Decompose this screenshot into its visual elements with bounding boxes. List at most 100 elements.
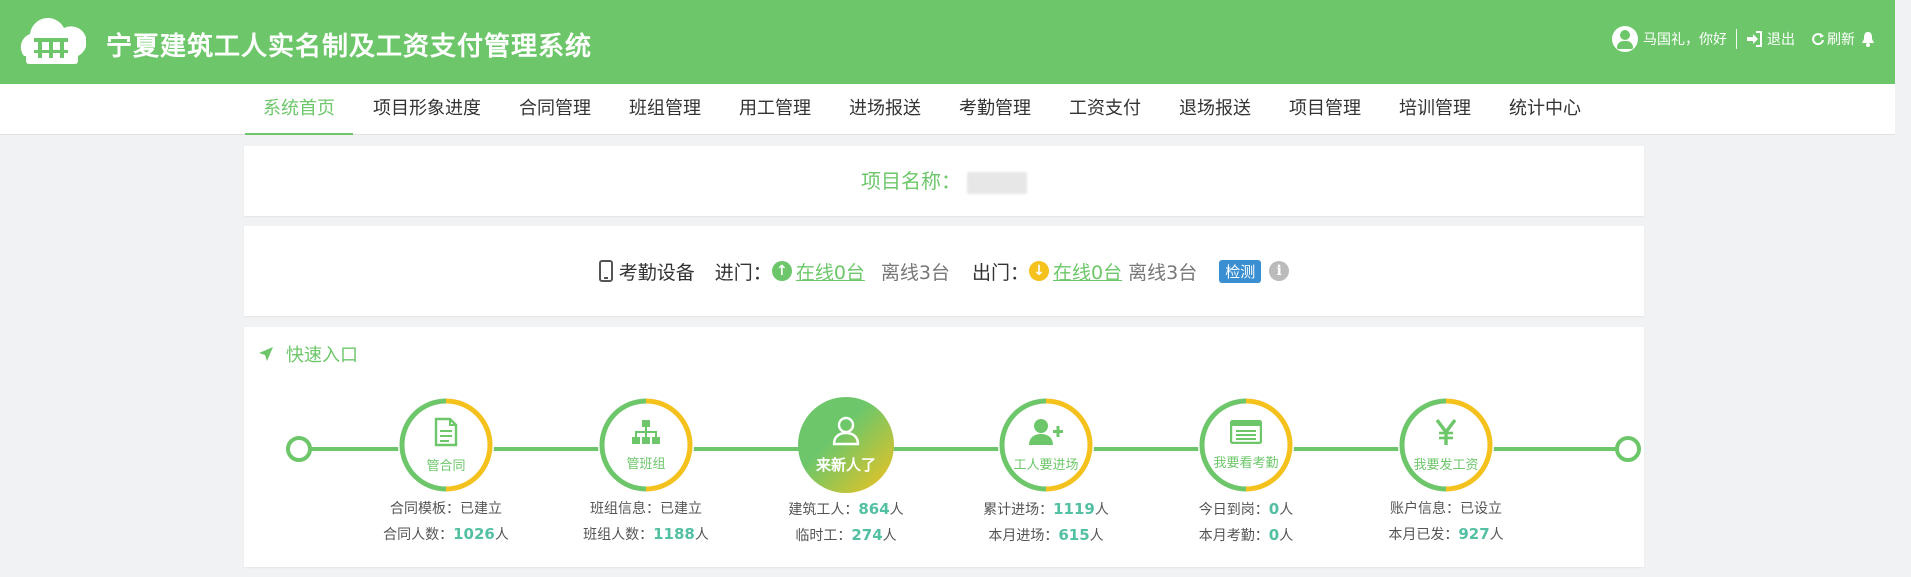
quick-entry-node-body: 管班组 bbox=[598, 397, 694, 493]
entry-online-link[interactable]: 在线0台 bbox=[796, 258, 865, 285]
mobile-icon bbox=[598, 260, 613, 282]
org-chart-icon bbox=[631, 419, 661, 449]
stat-line: 账户信息：已设立 bbox=[1356, 497, 1536, 522]
user-icon bbox=[832, 416, 860, 450]
nav-item-1[interactable]: 项目形象进度 bbox=[355, 84, 499, 135]
nav-item-10[interactable]: 培训管理 bbox=[1381, 84, 1489, 135]
nav-item-4[interactable]: 用工管理 bbox=[721, 84, 829, 135]
stat-label: 合同人数： bbox=[383, 527, 454, 543]
bell-icon[interactable] bbox=[1861, 31, 1875, 47]
exit-online-link[interactable]: 在线0台 bbox=[1053, 258, 1122, 285]
quick-entry-node-label: 我要发工资 bbox=[1413, 457, 1479, 473]
stat-line: 合同人数：1026人 bbox=[356, 522, 536, 548]
nav-list: 系统首页 项目形象进度 合同管理 班组管理 用工管理 进场报送 考勤管理 工资支付 退场报送 项目… bbox=[245, 84, 1601, 135]
stat-value: 274 bbox=[851, 526, 883, 544]
stat-line: 累计进场：1119人 bbox=[956, 497, 1136, 523]
yen-icon bbox=[1435, 418, 1457, 450]
stat-value: 0 bbox=[1268, 526, 1280, 544]
refresh-icon bbox=[1812, 33, 1824, 46]
nav-item-7[interactable]: 工资支付 bbox=[1051, 84, 1159, 135]
stat-label: 建筑工人： bbox=[788, 502, 859, 518]
stat-unit: 人 bbox=[1489, 527, 1504, 543]
quick-entry-stats: 建筑工人：864人 临时工：274人 bbox=[756, 497, 936, 549]
stat-label: 合同模板： bbox=[390, 501, 460, 517]
stat-line: 班组人数：1188人 bbox=[556, 522, 736, 548]
stat-line: 本月考勤：0人 bbox=[1156, 523, 1336, 549]
quick-entry-node-body: 我要发工资 bbox=[1398, 397, 1494, 493]
exit-offline: 离线3台 bbox=[1128, 261, 1198, 284]
stat-label: 今日到岗： bbox=[1198, 502, 1269, 518]
quick-entry-node-2[interactable]: 来新人了 bbox=[798, 397, 894, 493]
quick-entry-node-body: 我要看考勤 bbox=[1198, 397, 1294, 493]
project-name-value-redacted bbox=[967, 171, 1027, 194]
user-area: 马国礼，你好 退出 刷新 bbox=[1612, 26, 1875, 52]
stat-label: 本月已发： bbox=[1388, 527, 1459, 543]
stat-label: 累计进场： bbox=[983, 502, 1054, 518]
quick-entry-panel: 快速入口 管合同 合同模板：已建立 合同人数：1026人 管班组 班组信息：已建立… bbox=[244, 327, 1644, 567]
stat-line: 本月进场：615人 bbox=[956, 523, 1136, 549]
quick-entry-node-body: 管合同 bbox=[398, 397, 494, 493]
project-name-row: 项目名称： bbox=[244, 146, 1644, 216]
document-icon bbox=[433, 417, 459, 451]
stat-unit: 人 bbox=[1279, 502, 1294, 518]
stat-value: 1026 bbox=[453, 525, 495, 543]
stat-line: 建筑工人：864人 bbox=[756, 497, 936, 523]
quick-entry-node-1[interactable]: 管班组 bbox=[598, 397, 694, 493]
quick-entry-title: 快速入口 bbox=[286, 345, 358, 366]
stat-value: 1188 bbox=[653, 525, 695, 543]
stat-value: 1119 bbox=[1053, 500, 1095, 518]
quick-entry-node-label: 来新人了 bbox=[815, 455, 876, 474]
device-label: 考勤设备 bbox=[618, 261, 695, 284]
stat-unit: 人 bbox=[694, 527, 709, 543]
sign-in-icon bbox=[1747, 31, 1762, 47]
stat-line: 班组信息：已建立 bbox=[556, 497, 736, 522]
nav-item-6[interactable]: 考勤管理 bbox=[941, 84, 1049, 135]
timeline-end-dot bbox=[1615, 436, 1641, 462]
stat-line: 今日到岗：0人 bbox=[1156, 497, 1336, 523]
arrow-down-circle-icon: ↓ bbox=[1029, 261, 1050, 281]
logout-button[interactable]: 退出 bbox=[1746, 29, 1795, 49]
stat-value: 864 bbox=[858, 500, 890, 518]
stat-label: 班组人数： bbox=[583, 527, 654, 543]
nav-item-9[interactable]: 项目管理 bbox=[1271, 84, 1379, 135]
location-arrow-icon bbox=[259, 347, 273, 361]
stat-unit: 人 bbox=[1279, 528, 1294, 544]
nav-item-5[interactable]: 进场报送 bbox=[831, 84, 939, 135]
nav-item-11[interactable]: 统计中心 bbox=[1491, 84, 1599, 135]
app-title: 宁夏建筑工人实名制及工资支付管理系统 bbox=[106, 32, 593, 62]
info-icon[interactable]: i bbox=[1269, 261, 1290, 281]
quick-entry-node-body: 工人要进场 bbox=[998, 397, 1094, 493]
stat-unit: 人 bbox=[494, 527, 509, 543]
user-greeting: 马国礼，你好 bbox=[1643, 32, 1727, 48]
stat-value: 0 bbox=[1268, 500, 1280, 518]
nav-item-3[interactable]: 班组管理 bbox=[611, 84, 719, 135]
quick-entry-node-5[interactable]: 我要发工资 bbox=[1398, 397, 1494, 493]
check-button[interactable]: 检测 bbox=[1219, 259, 1262, 283]
logout-label: 退出 bbox=[1767, 32, 1795, 48]
stat-line: 本月已发：927人 bbox=[1356, 522, 1536, 548]
quick-entry-node-label: 管班组 bbox=[626, 456, 666, 472]
user-menu[interactable]: 马国礼，你好 bbox=[1612, 26, 1727, 52]
quick-entry-node-body: 来新人了 bbox=[798, 397, 894, 493]
arrow-up-circle-icon: ↑ bbox=[771, 261, 792, 281]
stat-unit: 人 bbox=[889, 502, 904, 518]
user-avatar-icon bbox=[1612, 26, 1638, 52]
nav-item-8[interactable]: 退场报送 bbox=[1161, 84, 1269, 135]
refresh-label: 刷新 bbox=[1827, 32, 1855, 48]
main-nav: 系统首页 项目形象进度 合同管理 班组管理 用工管理 进场报送 考勤管理 工资支付 退场报送 项目… bbox=[0, 84, 1895, 135]
quick-entry-stats: 班组信息：已建立 班组人数：1188人 bbox=[556, 497, 736, 548]
stat-unit: 人 bbox=[1089, 528, 1104, 544]
stat-label: 班组信息： bbox=[590, 501, 660, 517]
quick-entry-node-4[interactable]: 我要看考勤 bbox=[1198, 397, 1294, 493]
nav-item-0[interactable]: 系统首页 bbox=[245, 84, 353, 135]
refresh-button[interactable]: 刷新 bbox=[1811, 29, 1855, 49]
divider bbox=[1736, 29, 1737, 49]
entry-offline: 离线3台 bbox=[880, 261, 950, 284]
nav-item-2[interactable]: 合同管理 bbox=[501, 84, 609, 135]
quick-entry-node-0[interactable]: 管合同 bbox=[398, 397, 494, 493]
exit-label: 出门： bbox=[972, 261, 1030, 284]
stat-value: 已建立 bbox=[660, 501, 702, 517]
quick-entry-node-3[interactable]: 工人要进场 bbox=[998, 397, 1094, 493]
stat-value: 927 bbox=[1458, 525, 1490, 543]
quick-entry-node-label: 工人要进场 bbox=[1013, 457, 1079, 473]
